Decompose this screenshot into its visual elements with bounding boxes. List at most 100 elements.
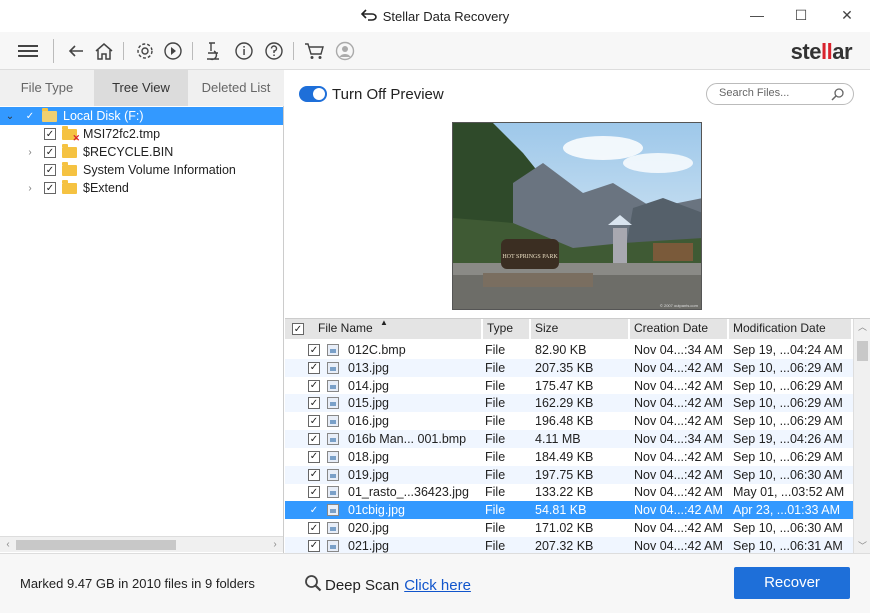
image-file-icon <box>327 486 339 499</box>
table-row[interactable]: ✓ 016b Man... 001.bmp File 4.11 MB Nov 04...… <box>285 430 853 448</box>
cell-modified: Sep 10, ...06:29 AM <box>733 449 843 464</box>
tree-item-msi-tmp[interactable]: ✓ ✕ MSI72fc2.tmp <box>0 125 283 143</box>
table-row[interactable]: ✓ 016.jpg File 196.48 KB Nov 04...:42 AM Sep … <box>285 412 853 430</box>
checkbox-checked-icon[interactable]: ✓ <box>24 110 36 122</box>
preview-toggle[interactable] <box>299 86 327 102</box>
drive-monitor-icon[interactable] <box>202 39 226 63</box>
cell-name: 020.jpg <box>348 521 390 535</box>
tree-item-system-volume[interactable]: ✓ System Volume Information <box>0 161 283 179</box>
checkbox-checked-icon[interactable]: ✓ <box>44 128 56 140</box>
search-box[interactable] <box>706 83 854 105</box>
cell-created: Nov 04...:42 AM <box>634 414 723 429</box>
deep-scan-link[interactable]: Click here <box>404 577 471 594</box>
table-row[interactable]: ✓ 01_rasto_...36423.jpg File 133.22 KB Nov 0… <box>285 483 853 501</box>
folder-icon <box>62 143 77 158</box>
checkbox-checked-icon[interactable]: ✓ <box>44 182 56 194</box>
cell-modified: Sep 10, ...06:29 AM <box>733 360 843 375</box>
cell-size: 171.02 KB <box>535 521 594 535</box>
row-checkbox-icon[interactable]: ✓ <box>308 397 320 410</box>
table-row[interactable]: ✓ 015.jpg File 162.29 KB Nov 04...:42 AM Sep … <box>285 394 853 413</box>
cell-type: File <box>485 414 506 429</box>
column-header-type[interactable]: Type <box>483 319 531 339</box>
table-row[interactable]: ✓ 01cbig.jpg File 54.81 KB Nov 04...:42 AM Ap… <box>285 501 853 520</box>
table-row[interactable]: ✓ 019.jpg File 197.75 KB Nov 04...:42 AM Sep … <box>285 465 853 484</box>
cell-created: Nov 04...:34 AM <box>634 343 723 357</box>
row-checkbox-icon[interactable]: ✓ <box>308 450 320 463</box>
info-icon[interactable] <box>232 39 256 63</box>
back-arrow-icon[interactable] <box>64 39 88 63</box>
deleted-folder-icon: ✕ <box>62 125 80 142</box>
recover-button[interactable]: Recover <box>734 567 850 599</box>
search-icon[interactable] <box>831 87 845 104</box>
status-bar: Marked 9.47 GB in 2010 files in 9 folder… <box>0 553 870 613</box>
row-checkbox-icon[interactable]: ✓ <box>308 379 320 392</box>
select-all-checkbox-icon[interactable]: ✓ <box>292 323 304 335</box>
scroll-down-arrow-icon[interactable]: ﹀ <box>854 538 870 554</box>
row-checkbox-icon[interactable]: ✓ <box>308 522 320 534</box>
row-checkbox-icon[interactable]: ✓ <box>308 486 320 499</box>
collapse-chevron-icon[interactable]: ⌄ <box>4 111 16 122</box>
column-header-name[interactable]: ✓ File Name ▲ <box>285 318 483 339</box>
scroll-left-arrow-icon[interactable]: ‹ <box>0 537 16 553</box>
home-icon[interactable] <box>92 39 116 63</box>
tree-item-extend[interactable]: › ✓ $Extend <box>0 179 283 197</box>
row-checkbox-icon[interactable]: ✓ <box>308 539 320 552</box>
column-header-modification-date[interactable]: Modification Date <box>729 319 853 339</box>
cell-size: 82.90 KB <box>535 343 587 357</box>
row-checkbox-icon[interactable]: ✓ <box>308 344 320 356</box>
tree-horizontal-scrollbar[interactable]: ‹ › <box>0 536 283 552</box>
help-icon[interactable] <box>262 39 286 63</box>
search-input[interactable] <box>719 87 829 99</box>
cell-name: 015.jpg <box>348 396 390 411</box>
expand-chevron-icon[interactable]: › <box>24 183 36 194</box>
settings-gear-icon[interactable] <box>133 39 157 63</box>
column-header-creation-date[interactable]: Creation Date <box>630 319 729 339</box>
park-sign-text: HOT SPRINGS PARK <box>502 254 558 260</box>
tab-file-type[interactable]: File Type <box>0 70 94 106</box>
scroll-up-arrow-icon[interactable]: ︿ <box>854 319 870 335</box>
scrollbar-thumb[interactable] <box>16 540 176 550</box>
table-row[interactable]: ✓ 020.jpg File 171.02 KB Nov 04...:42 AM Sep … <box>285 519 853 537</box>
cell-type: File <box>485 449 506 464</box>
cell-size: 184.49 KB <box>535 449 594 464</box>
cell-name: 016b Man... 001.bmp <box>348 432 467 446</box>
toolbar-separator <box>53 39 54 63</box>
scroll-right-arrow-icon[interactable]: › <box>267 537 283 553</box>
toggle-knob <box>313 88 325 100</box>
row-checkbox-icon[interactable]: ✓ <box>308 504 320 517</box>
cart-icon[interactable] <box>303 39 327 63</box>
tab-deleted-list[interactable]: Deleted List <box>188 70 284 106</box>
scrollbar-thumb[interactable] <box>857 341 868 361</box>
close-button[interactable]: ✕ <box>832 4 862 26</box>
table-row[interactable]: ✓ 013.jpg File 207.35 KB Nov 04...:42 AM Sep … <box>285 358 853 377</box>
tree-item-local-disk[interactable]: ⌄ ✓ Local Disk (F:) <box>0 107 283 125</box>
tree-item-label: $Extend <box>83 181 129 195</box>
column-header-size[interactable]: Size <box>531 319 630 339</box>
tab-tree-view[interactable]: Tree View <box>94 70 188 106</box>
table-row[interactable]: ✓ 014.jpg File 175.47 KB Nov 04...:42 AM Sep … <box>285 377 853 395</box>
preview-toggle-label[interactable]: Turn Off Preview <box>332 86 444 103</box>
minimize-button[interactable]: — <box>742 4 772 26</box>
cell-modified: Apr 23, ...01:33 AM <box>733 503 841 518</box>
expand-chevron-icon[interactable]: › <box>24 147 36 158</box>
maximize-button[interactable]: ☐ <box>786 4 816 26</box>
magnifier-icon <box>304 574 322 596</box>
row-checkbox-icon[interactable]: ✓ <box>308 415 320 428</box>
image-file-icon <box>327 433 339 445</box>
hamburger-menu-icon[interactable] <box>16 39 40 63</box>
table-row[interactable]: ✓ 012C.bmp File 82.90 KB Nov 04...:34 AM Sep … <box>285 341 853 359</box>
row-checkbox-icon[interactable]: ✓ <box>308 468 320 481</box>
tree-item-recycle-bin[interactable]: › ✓ $RECYCLE.BIN <box>0 143 283 161</box>
user-account-icon[interactable] <box>333 39 357 63</box>
table-vertical-scrollbar[interactable]: ︿ ﹀ <box>853 319 870 554</box>
checkbox-checked-icon[interactable]: ✓ <box>44 146 56 158</box>
file-list-table: ✓ File Name ▲ Type Size Creation Date Mo… <box>285 318 870 555</box>
cell-type: File <box>485 521 506 535</box>
cell-name: 018.jpg <box>348 449 390 464</box>
right-panel: Turn Off Preview Search Files... HOT SPR… <box>285 70 870 555</box>
checkbox-checked-icon[interactable]: ✓ <box>44 164 56 176</box>
row-checkbox-icon[interactable]: ✓ <box>308 361 320 374</box>
resume-recovery-icon[interactable] <box>161 39 185 63</box>
row-checkbox-icon[interactable]: ✓ <box>308 433 320 445</box>
table-row[interactable]: ✓ 018.jpg File 184.49 KB Nov 04...:42 AM Sep … <box>285 448 853 466</box>
